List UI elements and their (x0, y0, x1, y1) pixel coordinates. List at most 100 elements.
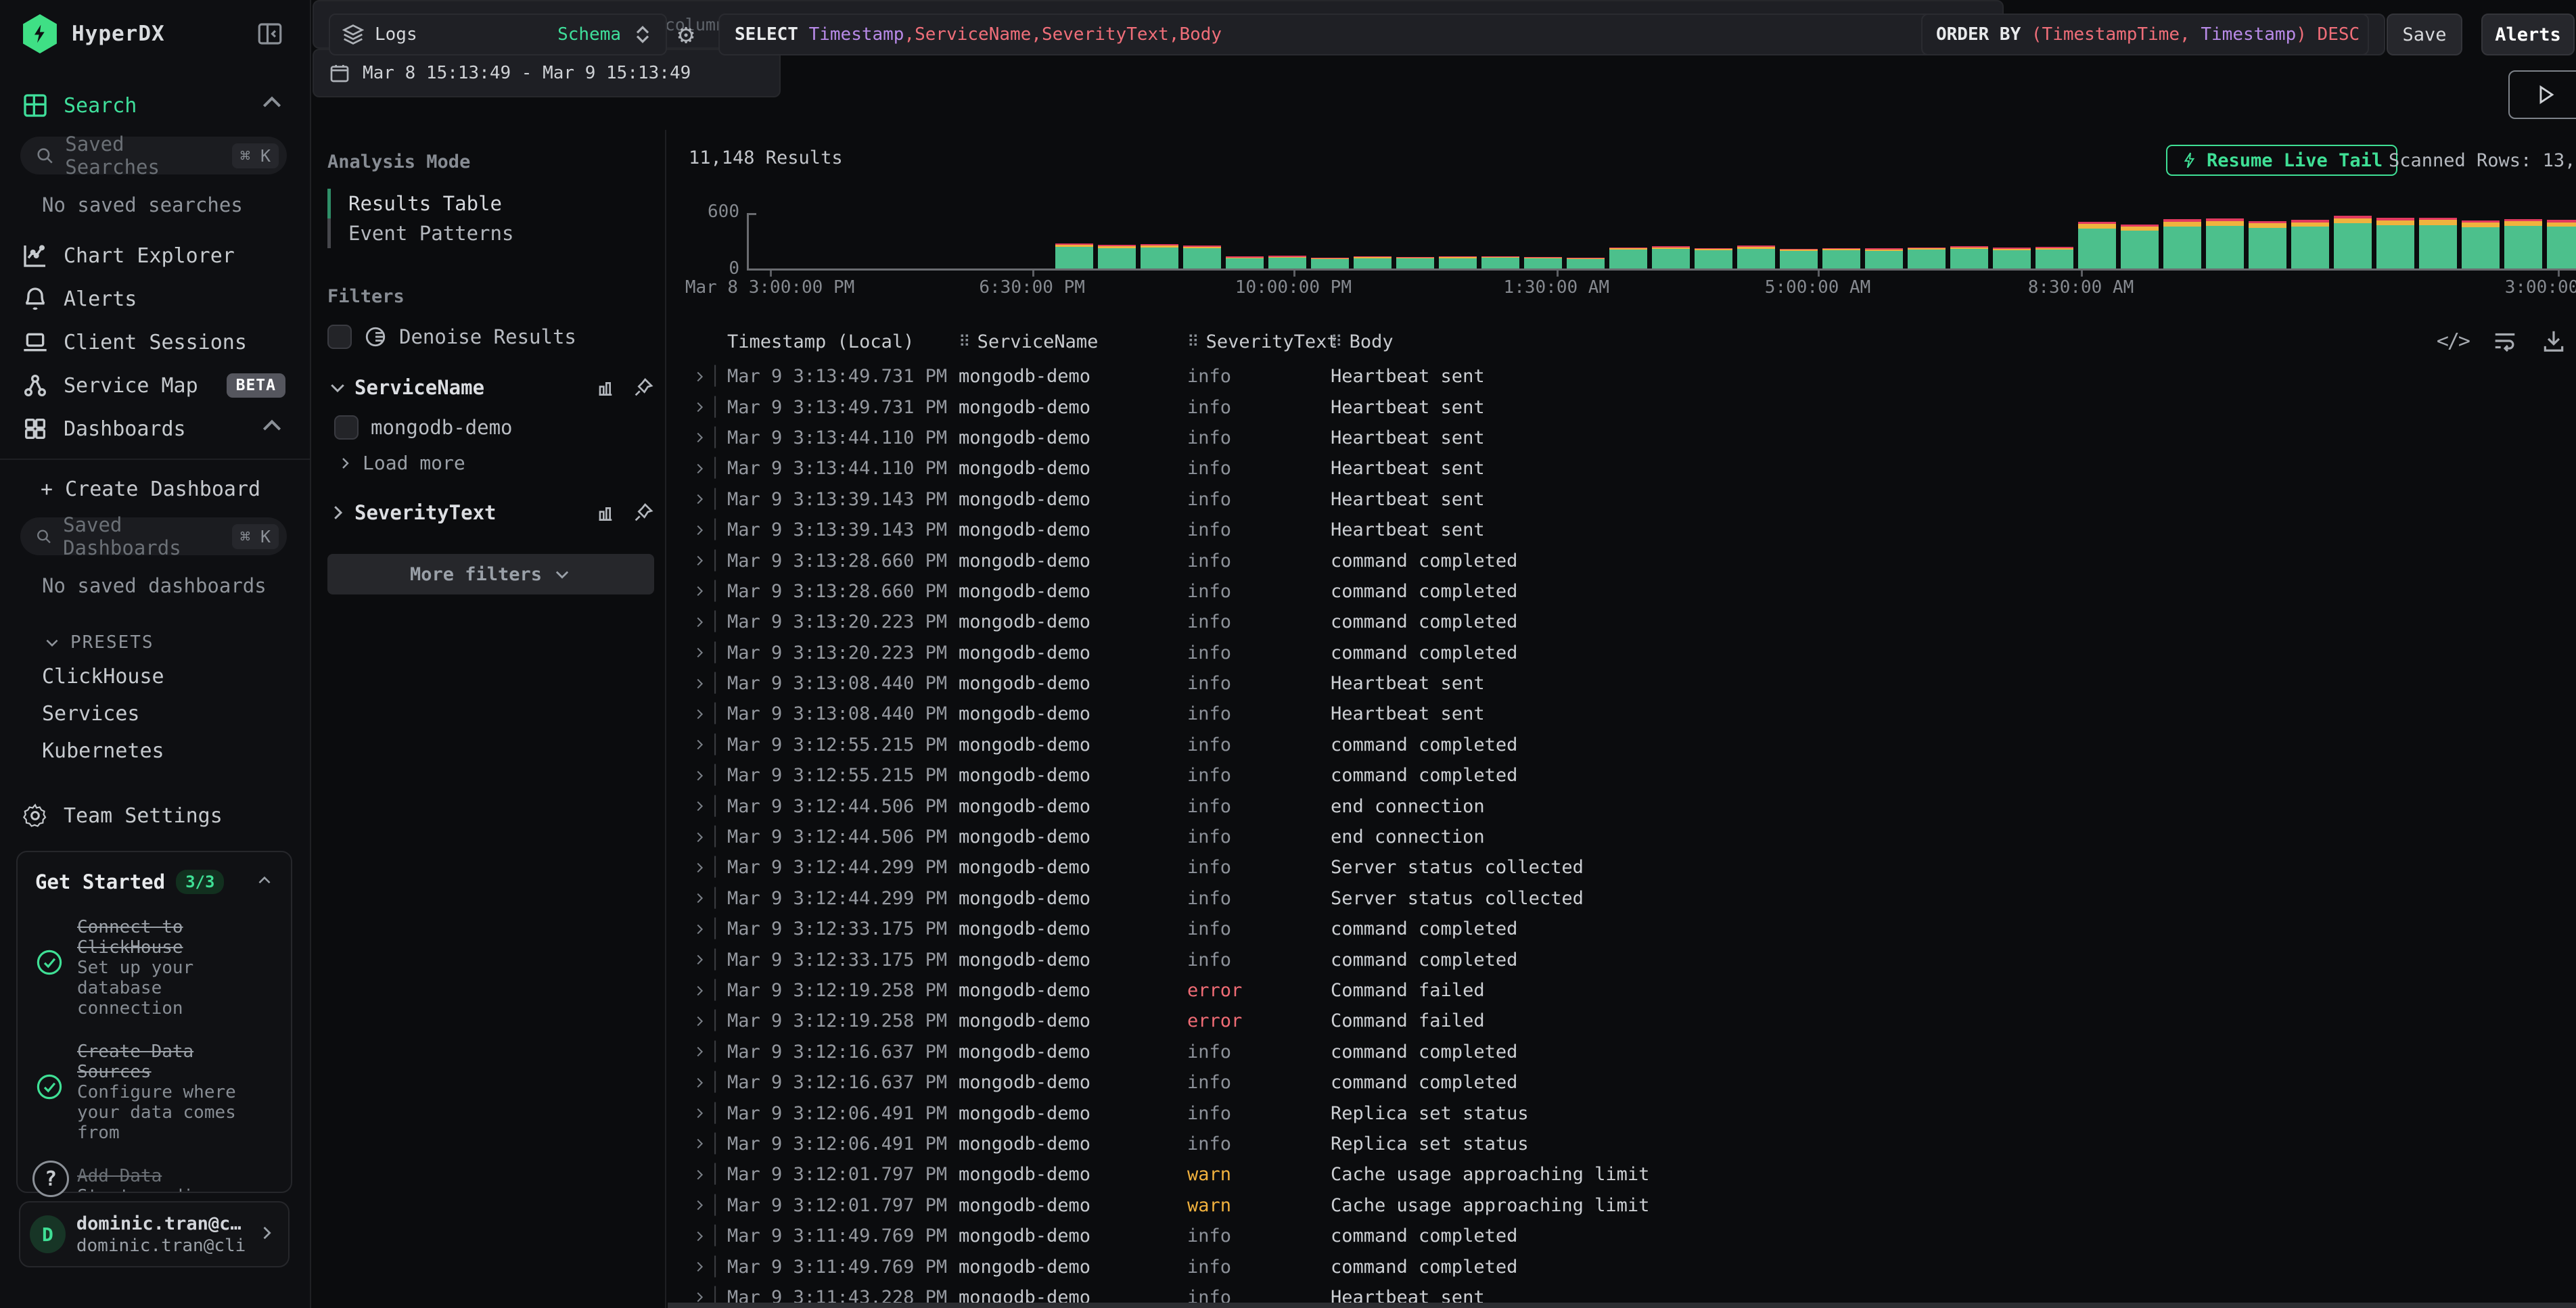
checkbox[interactable] (334, 415, 359, 440)
table-row[interactable]: │Mar 9 3:13:44.110 PMmongodb-demoinfoHea… (668, 453, 2576, 484)
more-filters-button[interactable]: More filters (327, 554, 654, 594)
table-row[interactable]: │Mar 9 3:13:28.660 PMmongodb-demoinfocom… (668, 545, 2576, 576)
table-row[interactable]: │Mar 9 3:13:28.660 PMmongodb-demoinfocom… (668, 576, 2576, 607)
histogram-bar[interactable] (1609, 248, 1647, 268)
table-row[interactable]: │Mar 9 3:12:01.797 PMmongodb-demowarnCac… (668, 1190, 2576, 1221)
histogram-bar[interactable] (2249, 221, 2286, 268)
table-row[interactable]: │Mar 9 3:12:06.491 PMmongodb-demoinfoRep… (668, 1098, 2576, 1128)
expand-row-icon[interactable] (692, 1014, 710, 1029)
preset-kubernetes[interactable]: Kubernetes (0, 732, 310, 770)
expand-row-icon[interactable] (692, 922, 710, 937)
histogram-bar[interactable] (1822, 248, 1860, 268)
alerts-button[interactable]: Alerts (2481, 14, 2575, 55)
bar-chart-icon[interactable] (595, 377, 616, 398)
table-row[interactable]: │Mar 9 3:12:55.215 PMmongodb-demoinfocom… (668, 730, 2576, 760)
expand-row-icon[interactable] (692, 891, 710, 906)
horizontal-scrollbar[interactable] (668, 1303, 2576, 1308)
table-row[interactable]: │Mar 9 3:12:55.215 PMmongodb-demoinfocom… (668, 760, 2576, 791)
get-started-item[interactable]: Add DataStart sending (35, 1166, 273, 1193)
histogram-bar[interactable] (1311, 258, 1349, 268)
expand-row-icon[interactable] (692, 737, 710, 752)
table-row[interactable]: │Mar 9 3:13:44.110 PMmongodb-demoinfoHea… (668, 423, 2576, 453)
histogram-bar[interactable] (2376, 218, 2414, 268)
sidebar-item-search[interactable]: Search (0, 84, 310, 127)
histogram-bar[interactable] (2121, 225, 2159, 268)
sidebar-item-dashboards[interactable]: Dashboards (0, 407, 310, 450)
histogram-bar[interactable] (2504, 219, 2542, 268)
expand-row-icon[interactable] (692, 1259, 710, 1274)
presets-toggle[interactable]: PRESETS (0, 615, 310, 658)
table-row[interactable]: │Mar 9 3:13:20.223 PMmongodb-demoinfocom… (668, 638, 2576, 668)
table-row[interactable]: │Mar 9 3:12:44.299 PMmongodb-demoinfoSer… (668, 852, 2576, 883)
expand-row-icon[interactable] (692, 830, 710, 845)
expand-row-icon[interactable] (692, 707, 710, 722)
expand-row-icon[interactable] (692, 1044, 710, 1059)
histogram-bar[interactable] (1055, 243, 1093, 268)
sidebar-item-alerts[interactable]: Alerts (0, 277, 310, 321)
table-row[interactable]: │Mar 9 3:13:49.731 PMmongodb-demoinfoHea… (668, 392, 2576, 422)
preset-clickhouse[interactable]: ClickHouse (0, 658, 310, 695)
expand-row-icon[interactable] (692, 615, 710, 630)
download-icon[interactable] (2541, 328, 2567, 354)
expand-row-icon[interactable] (692, 983, 710, 998)
expand-row-icon[interactable] (692, 523, 710, 538)
preset-services[interactable]: Services (0, 695, 310, 732)
expand-row-icon[interactable] (692, 461, 710, 476)
drag-handle-icon[interactable]: ⠿ (1331, 332, 1343, 351)
pin-icon[interactable] (632, 377, 654, 398)
expand-row-icon[interactable] (692, 1136, 710, 1151)
histogram-bar[interactable] (2036, 247, 2073, 268)
sidebar-item-service-map[interactable]: Service Map BETA (0, 364, 310, 407)
expand-row-icon[interactable] (692, 553, 710, 568)
filter-value-mongodb-demo[interactable]: mongodb-demo (334, 415, 654, 440)
expand-row-icon[interactable] (692, 584, 710, 599)
table-row[interactable]: │Mar 9 3:11:49.769 PMmongodb-demoinfocom… (668, 1221, 2576, 1251)
run-query-button[interactable] (2508, 70, 2576, 119)
table-row[interactable]: │Mar 9 3:12:33.175 PMmongodb-demoinfocom… (668, 914, 2576, 944)
histogram-bar[interactable] (1993, 248, 2031, 268)
histogram-bar[interactable] (2291, 220, 2329, 268)
get-started-item[interactable]: Connect to ClickHouseSet up your databas… (35, 917, 273, 1019)
table-row[interactable]: │Mar 9 3:12:16.637 PMmongodb-demoinfocom… (668, 1037, 2576, 1067)
histogram-bar[interactable] (1098, 245, 1136, 268)
expand-row-icon[interactable] (692, 1229, 710, 1244)
drag-handle-icon[interactable]: ⠿ (959, 332, 971, 351)
histogram-bar[interactable] (1226, 256, 1264, 268)
load-more-button[interactable]: Load more (337, 452, 654, 474)
table-row[interactable]: │Mar 9 3:12:16.637 PMmongodb-demoinfocom… (668, 1067, 2576, 1098)
histogram-bar[interactable] (1268, 256, 1306, 268)
histogram-bar[interactable] (1695, 248, 1732, 268)
create-dashboard-button[interactable]: + Create Dashboard (0, 460, 310, 508)
histogram-bar[interactable] (1439, 256, 1477, 268)
expand-row-icon[interactable] (692, 1106, 710, 1121)
table-row[interactable]: │Mar 9 3:13:39.143 PMmongodb-demoinfoHea… (668, 515, 2576, 545)
histogram-bar[interactable] (2547, 220, 2576, 268)
table-row[interactable]: │Mar 9 3:13:08.440 PMmongodb-demoinfoHea… (668, 699, 2576, 729)
table-row[interactable]: │Mar 9 3:12:33.175 PMmongodb-demoinfocom… (668, 944, 2576, 975)
column-header-servicename[interactable]: ⠿ServiceName (953, 331, 1182, 352)
expand-row-icon[interactable] (692, 492, 710, 507)
histogram-bar[interactable] (1524, 257, 1562, 268)
table-row[interactable]: │Mar 9 3:12:19.258 PMmongodb-demoerrorCo… (668, 1006, 2576, 1036)
saved-searches-input[interactable]: Saved Searches ⌘ K (20, 137, 287, 174)
table-row[interactable]: │Mar 9 3:13:39.143 PMmongodb-demoinfoHea… (668, 484, 2576, 515)
order-by-input[interactable]: ORDER BY (TimestampTime, Timestamp) DESC (1921, 14, 2369, 55)
table-row[interactable]: │Mar 9 3:12:44.299 PMmongodb-demoinfoSer… (668, 883, 2576, 914)
histogram-bar[interactable] (1396, 257, 1434, 268)
histogram-bar[interactable] (1183, 246, 1221, 268)
histogram-bar[interactable] (1737, 246, 1775, 268)
histogram-bar[interactable] (1481, 256, 1519, 268)
sidebar-item-chart-explorer[interactable]: Chart Explorer (0, 234, 310, 277)
saved-dashboards-input[interactable]: Saved Dashboards ⌘ K (20, 517, 287, 555)
histogram-bar[interactable] (2462, 220, 2500, 268)
resume-live-tail-button[interactable]: Resume Live Tail (2166, 145, 2397, 176)
wrap-lines-icon[interactable] (2492, 328, 2518, 354)
expand-row-icon[interactable] (692, 430, 710, 445)
mode-event-patterns[interactable]: Event Patterns (327, 218, 654, 248)
table-row[interactable]: │Mar 9 3:12:19.258 PMmongodb-demoerrorCo… (668, 975, 2576, 1006)
expand-row-icon[interactable] (692, 400, 710, 415)
save-button[interactable]: Save (2387, 14, 2462, 55)
histogram-bar[interactable] (1354, 256, 1392, 268)
table-row[interactable]: │Mar 9 3:12:44.506 PMmongodb-demoinfoend… (668, 791, 2576, 821)
mode-results-table[interactable]: Results Table (327, 189, 654, 218)
